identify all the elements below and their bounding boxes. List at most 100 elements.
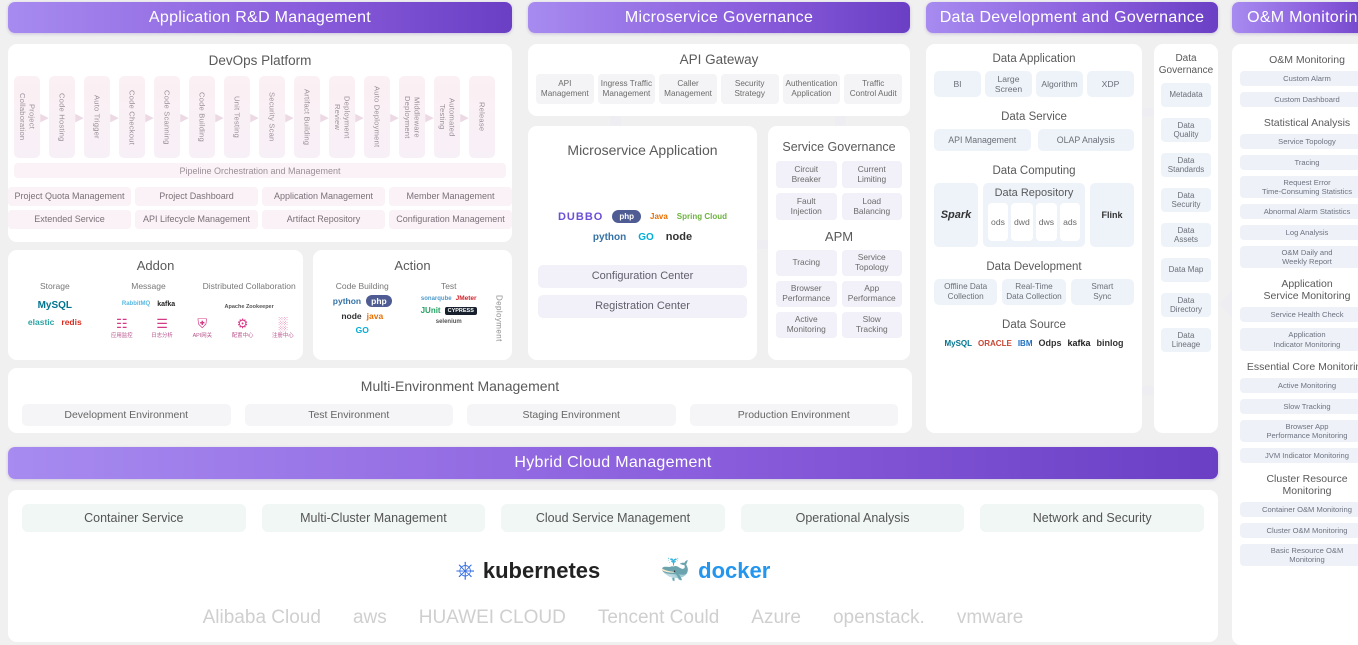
addon-icon[interactable]: ☰ 日志分析	[147, 317, 177, 339]
api-gateway-pill[interactable]: Caller Management	[659, 74, 717, 104]
om-item-pill[interactable]: Application Indicator Monitoring	[1240, 328, 1358, 351]
om-item-pill[interactable]: Custom Dashboard	[1240, 92, 1358, 107]
data-governance-pill[interactable]: Data Security	[1161, 188, 1211, 212]
om-item-pill[interactable]: Basic Resource O&M Monitoring	[1240, 543, 1358, 567]
pipeline-stage[interactable]: Middleware Deployment	[399, 76, 425, 158]
pipeline-stage[interactable]: Automated Testing	[434, 76, 460, 158]
hybrid-cloud-pill[interactable]: Cloud Service Management	[501, 504, 725, 532]
data-source-logo: ORACLE	[978, 338, 1012, 348]
om-item-pill[interactable]: O&M Daily and Weekly Report	[1240, 246, 1358, 269]
apm-pill[interactable]: Active Monitoring	[776, 312, 837, 338]
pipeline-stage[interactable]: Artifact Building	[294, 76, 320, 158]
api-gateway-pill[interactable]: Authentication Application	[782, 74, 841, 104]
data-development-pill[interactable]: Smart Sync	[1070, 279, 1134, 305]
om-item-pill[interactable]: Browser App Performance Monitoring	[1240, 419, 1358, 442]
hybrid-cloud-pill[interactable]: Container Service	[22, 504, 246, 532]
addon-icon[interactable]: ░ 注册中心	[268, 317, 298, 339]
apm-pill[interactable]: Tracing	[776, 250, 837, 276]
om-item-pill[interactable]: Container O&M Monitoring	[1240, 501, 1358, 517]
om-item-pill[interactable]: Log Analysis	[1240, 225, 1358, 241]
data-application-pill[interactable]: Algorithm	[1036, 71, 1083, 97]
apm-pill[interactable]: Browser Performance	[776, 281, 837, 307]
om-item-pill[interactable]: Cluster O&M Monitoring	[1240, 522, 1358, 538]
multi-env-row: Development Environment Test Environment S…	[8, 394, 912, 426]
data-governance-pill[interactable]: Data Standards	[1161, 153, 1211, 177]
pipeline-stage[interactable]: Security Scan	[259, 76, 285, 158]
data-application-pill[interactable]: Large Screen	[985, 71, 1032, 97]
pipeline-arrow-icon: ▶	[110, 111, 119, 124]
apm-pill[interactable]: Service Topology	[841, 250, 902, 276]
data-service-pill[interactable]: API Management	[934, 129, 1031, 151]
devops-feature-pill[interactable]: Extended Service	[8, 210, 131, 229]
pipeline-stage[interactable]: Auto Trigger	[84, 76, 110, 158]
service-governance-pill[interactable]: Load Balancing	[841, 193, 902, 220]
data-governance-pill[interactable]: Data Directory	[1161, 293, 1211, 317]
env-pill[interactable]: Development Environment	[22, 404, 231, 426]
devops-feature-pill[interactable]: Project Quota Management	[8, 187, 131, 206]
header-app-rd: Application R&D Management	[8, 2, 512, 33]
devops-feature-pill[interactable]: Artifact Repository	[262, 210, 385, 229]
om-item-pill[interactable]: Service Topology	[1240, 134, 1358, 149]
pipeline-stage[interactable]: Code Checkout	[119, 76, 145, 158]
data-repository-layer[interactable]: ads	[1060, 203, 1080, 241]
om-item-pill[interactable]: Slow Tracking	[1240, 398, 1358, 414]
data-development-pill[interactable]: Real-Time Data Collection	[1002, 279, 1066, 305]
pipeline-stage[interactable]: Code Building	[189, 76, 215, 158]
pipeline-stage[interactable]: Code Scanning	[154, 76, 180, 158]
apm-pill[interactable]: App Performance	[841, 281, 902, 307]
om-item-pill[interactable]: Tracing	[1240, 155, 1358, 170]
pipeline-stage[interactable]: Deployment Review	[329, 76, 355, 158]
addon-icon[interactable]: ⚙ 配置中心	[228, 317, 258, 339]
om-item-pill[interactable]: JVM Indicator Monitoring	[1240, 447, 1358, 463]
microservice-center-pill[interactable]: Configuration Center	[538, 265, 747, 288]
om-item-pill[interactable]: Abnormal Alarm Statistics	[1240, 204, 1358, 220]
data-governance-pill[interactable]: Data Assets	[1161, 223, 1211, 247]
hybrid-cloud-pill[interactable]: Network and Security	[980, 504, 1204, 532]
env-pill[interactable]: Production Environment	[689, 404, 898, 426]
om-item-pill[interactable]: Custom Alarm	[1240, 71, 1358, 86]
pipeline-stage[interactable]: Code Hosting	[49, 76, 75, 158]
data-service-pill[interactable]: OLAP Analysis	[1037, 129, 1134, 151]
data-repository-layer[interactable]: dwd	[1010, 203, 1033, 241]
service-governance-pill[interactable]: Current Limiting	[841, 161, 902, 188]
hybrid-cloud-pill[interactable]: Multi-Cluster Management	[261, 504, 486, 532]
pipeline-stage[interactable]: Unit Testing	[224, 76, 250, 158]
api-gateway-pill[interactable]: Security Strategy	[720, 74, 779, 104]
addon-icon[interactable]: ☷ 应用监控	[107, 317, 137, 339]
data-application-pill[interactable]: XDP	[1087, 71, 1134, 97]
env-pill[interactable]: Staging Environment	[467, 404, 676, 426]
pipeline-stage[interactable]: Project Collaboration	[14, 76, 40, 158]
devops-feature-pill[interactable]: Member Management	[389, 187, 512, 206]
om-item-pill[interactable]: Request Error Time-Consuming Statistics	[1240, 176, 1358, 199]
devops-feature-pill[interactable]: Project Dashboard	[135, 187, 258, 206]
data-governance-pill[interactable]: Metadata	[1161, 83, 1211, 107]
api-gateway-pill[interactable]: API Management	[536, 74, 594, 104]
om-item-pill[interactable]: Service Health Check	[1240, 307, 1358, 323]
devops-feature-pill[interactable]: API Lifecycle Management	[135, 210, 258, 229]
microservice-center-pill[interactable]: Registration Center	[538, 295, 747, 318]
service-governance-pill[interactable]: Fault Injection	[776, 193, 837, 220]
hybrid-cloud-pill[interactable]: Operational Analysis	[740, 504, 965, 532]
pipeline-stage[interactable]: Release	[469, 76, 495, 158]
spark-engine: Spark	[934, 183, 978, 247]
data-governance-pill[interactable]: Data Quality	[1161, 118, 1211, 142]
data-governance-pill[interactable]: Data Lineage	[1161, 328, 1211, 352]
service-governance-pill[interactable]: Circuit Breaker	[776, 161, 837, 188]
data-repository-layer[interactable]: dws	[1035, 203, 1058, 241]
data-governance-pill[interactable]: Data Map	[1161, 258, 1211, 282]
apm-pill[interactable]: Slow Tracking	[841, 312, 902, 338]
data-development-pill[interactable]: Offline Data Collection	[934, 279, 998, 305]
data-repository-layer[interactable]: ods	[988, 203, 1008, 241]
microservice-centers: Configuration Center Registration Center	[528, 243, 757, 318]
pipeline-stage[interactable]: Auto Deployment	[364, 76, 390, 158]
om-item-pill[interactable]: Active Monitoring	[1240, 377, 1358, 393]
devops-feature-pill[interactable]: Application Management	[262, 187, 385, 206]
api-gateway-pill[interactable]: Traffic Control Audit	[844, 74, 903, 104]
api-gateway-pill[interactable]: Ingress Traffic Management	[597, 74, 656, 104]
env-pill[interactable]: Test Environment	[244, 404, 453, 426]
devops-feature-pill[interactable]: Configuration Management	[389, 210, 512, 229]
data-application-pill[interactable]: BI	[934, 71, 981, 97]
addon-icon[interactable]: ⛨ API网关	[187, 317, 217, 339]
flink-logo: Flink	[1101, 210, 1123, 220]
om-section-label: Cluster Resource Monitoring	[1266, 472, 1348, 497]
